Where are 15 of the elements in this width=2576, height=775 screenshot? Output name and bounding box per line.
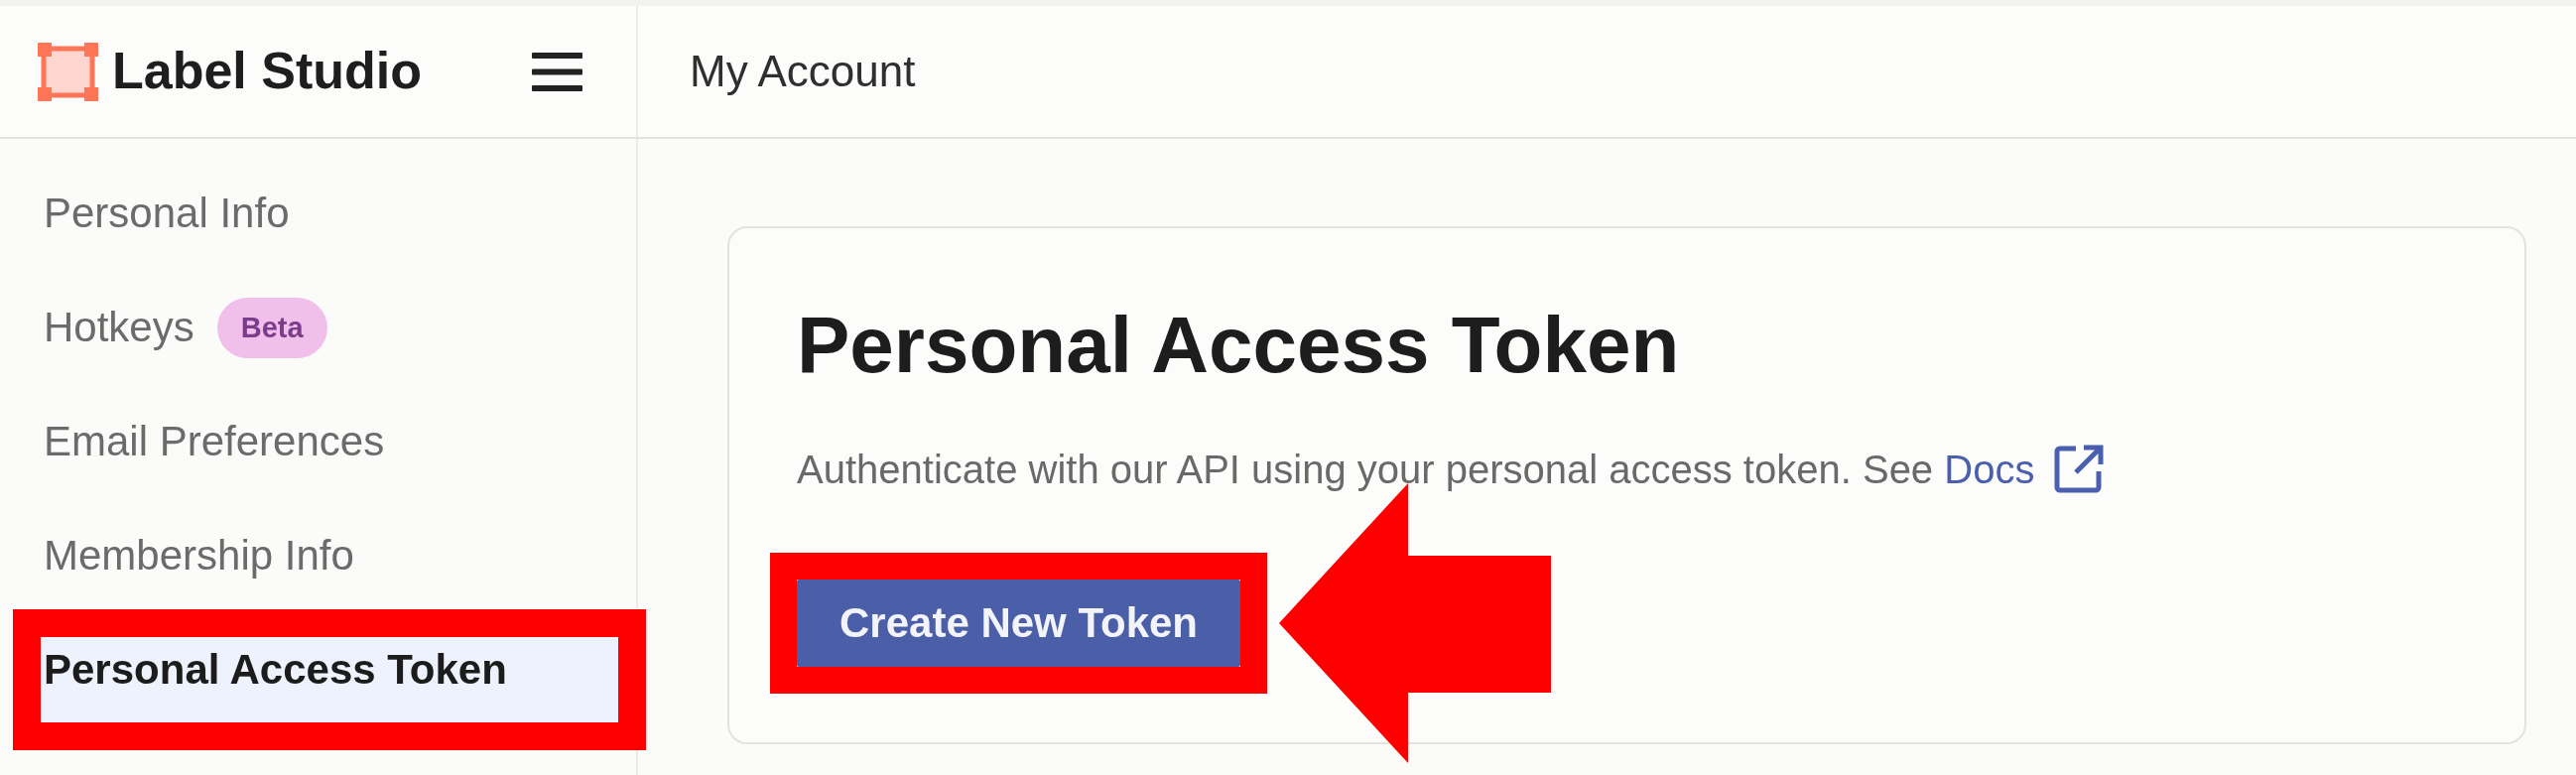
description-text: Authenticate with our API using your personal access token. See Docs: [797, 445, 2455, 493]
beta-badge: Beta: [216, 297, 327, 358]
sidebar-item[interactable]: Membership Info: [41, 523, 618, 608]
sidebar-item[interactable]: Email Preferences: [41, 409, 618, 494]
page-title: My Account: [690, 46, 916, 97]
docs-link[interactable]: Docs: [1944, 448, 2105, 491]
menu-button[interactable]: [532, 52, 582, 91]
card-title: Personal Access Token: [797, 300, 1681, 391]
sidebar-item[interactable]: Hotkeys Beta: [41, 295, 618, 380]
sidebar-item[interactable]: Personal Access Token: [41, 637, 618, 722]
sidebar-item[interactable]: Personal Info: [41, 181, 618, 266]
menu-icon: [532, 52, 582, 91]
create-token-button[interactable]: Create New Token: [797, 580, 1240, 667]
logo-text: Label Studio: [112, 43, 422, 100]
logo-icon: [38, 42, 98, 101]
